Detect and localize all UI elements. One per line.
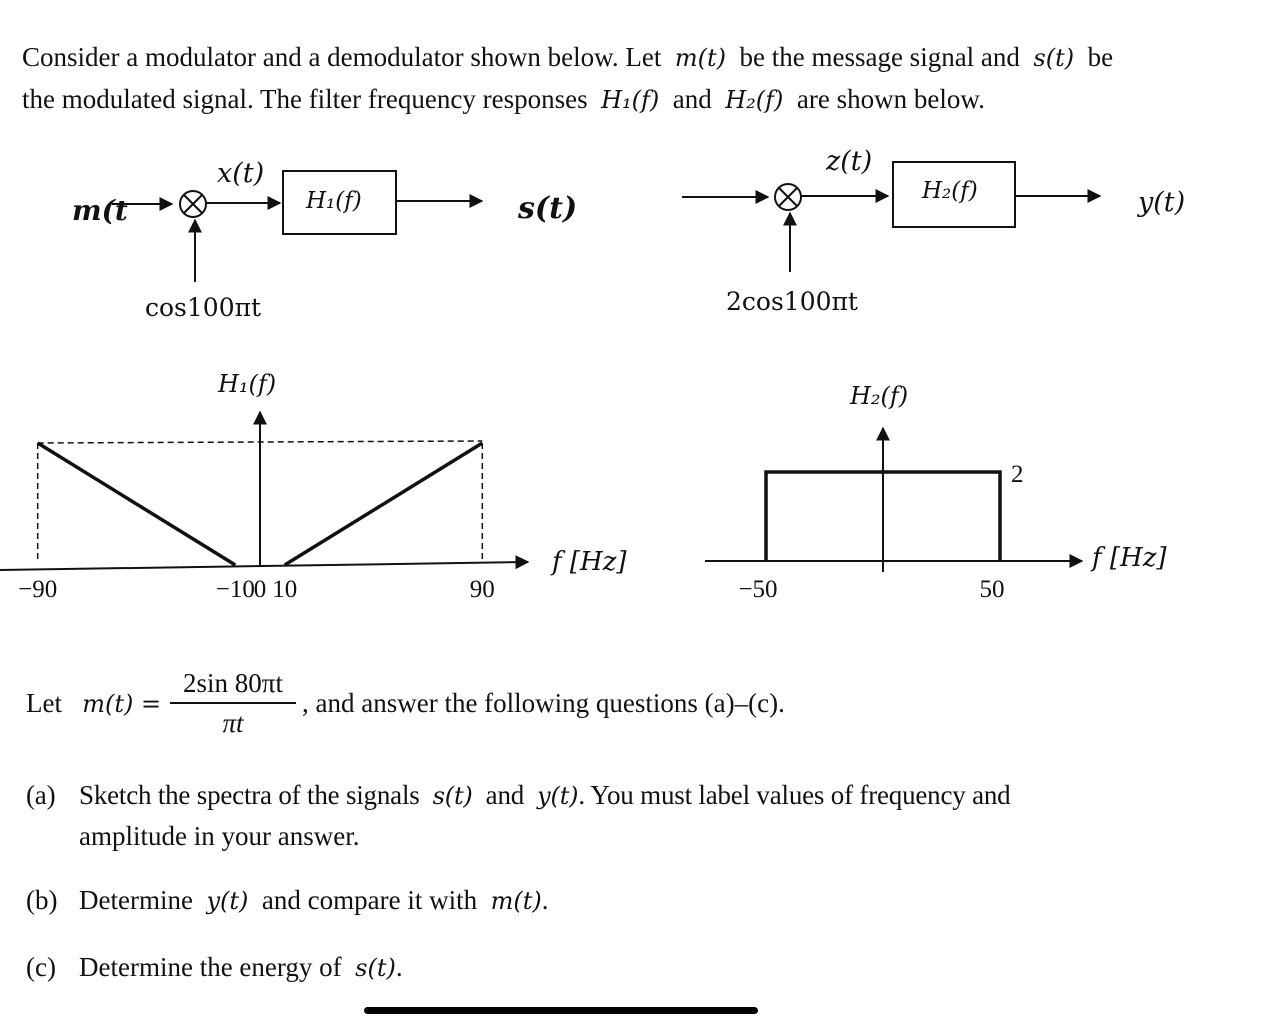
question-a-continuation: amplitude in your answer. [79, 821, 360, 851]
intermediate-label-z: z(t) [825, 146, 872, 177]
chart-h1-tick-label: 10 [272, 576, 297, 603]
chart-h1-tick-label: 90 [470, 576, 495, 603]
question-text: and [485, 780, 525, 810]
question-label: (c) [26, 952, 56, 982]
chart-h2-tick-label: 50 [980, 576, 1005, 603]
question-text: and compare it with [261, 885, 478, 915]
let-text: Let [26, 688, 62, 718]
fraction-bar [170, 702, 296, 704]
intermediate-label-x: x(t) [217, 158, 264, 189]
question-text: Sketch the spectra of the signals [79, 780, 420, 810]
demod-carrier-label: 2cos100πt [726, 287, 858, 316]
given-line: Let m(t) = [26, 688, 161, 719]
carrier-label: cos100πt [145, 293, 261, 322]
question-label: (a) [26, 780, 56, 810]
question-label: (b) [26, 885, 58, 915]
fraction: 2sin 80πt πt [170, 666, 296, 738]
chart-h1-tick-label: 0 [254, 576, 267, 603]
question-b: (b) Determine y(t) and compare it with m(… [26, 885, 548, 916]
chart-h1-x-axis [0, 555, 530, 571]
demod-output-label: y(t) [1137, 187, 1185, 218]
math-y-of-t: y(t) [206, 887, 249, 915]
home-indicator[interactable] [364, 1007, 758, 1014]
math-m-eq: m(t) = [82, 690, 162, 718]
modulator-output-label: s(t) [517, 191, 577, 226]
mixer-icon [774, 183, 802, 211]
chart-h1-tick-label: −90 [18, 576, 57, 603]
math-m-of-t: m(t) [490, 887, 542, 915]
math-s-of-t: s(t) [355, 954, 396, 982]
chart-h1-x-label: f [Hz] [550, 547, 627, 577]
chart-h2: H₂(f) f [Hz] 2 −50 50 [705, 382, 1167, 603]
chart-h2-x-label: f [Hz] [1090, 543, 1167, 573]
question-text: Determine the energy of [79, 952, 342, 982]
chart-h1-series-right-slope [283, 441, 484, 567]
mixer-icon [179, 190, 207, 218]
question-text: Determine [79, 885, 193, 915]
chart-h1: H₁(f) f [Hz] −90 −100 10 90 [0, 370, 627, 603]
math-y-of-t: y(t) [537, 782, 579, 810]
figure-canvas: m(t cos100πt x(t) H₁(f) s(t) 2cos100πt z… [0, 146, 1185, 603]
math-s-of-t: s(t) [432, 782, 473, 810]
filter-h1-label: H₁(f) [305, 188, 362, 214]
chart-h2-title: H₂(f) [849, 382, 908, 410]
given-continuation: , and answer the following questions (a)… [302, 688, 785, 718]
chart-h2-amplitude-label: 2 [1011, 461, 1024, 488]
modulator-diagram: m(t cos100πt x(t) H₁(f) s(t) [72, 158, 577, 322]
question-text: . [541, 885, 549, 915]
question-a: (a) Sketch the spectra of the signals s(t… [26, 780, 1011, 811]
modulator-input-label: m(t [72, 194, 128, 227]
question-c: (c) Determine the energy of s(t). [26, 952, 403, 983]
fraction-denominator: πt [222, 708, 244, 738]
question-text: . [395, 952, 403, 982]
filter-h2-label: H₂(f) [921, 178, 978, 204]
question-text: . You must label values of frequency and [578, 780, 1011, 810]
chart-h1-peak-guide [37, 440, 483, 444]
chart-h2-tick-label: −50 [738, 576, 777, 603]
demodulator-diagram: 2cos100πt z(t) H₂(f) y(t) [682, 146, 1185, 316]
chart-h1-title: H₁(f) [217, 370, 276, 398]
chart-h1-tick-label: −10 [216, 576, 255, 603]
chart-h1-series-left-slope [36, 441, 237, 567]
fraction-numerator: 2sin 80πt [183, 668, 283, 698]
